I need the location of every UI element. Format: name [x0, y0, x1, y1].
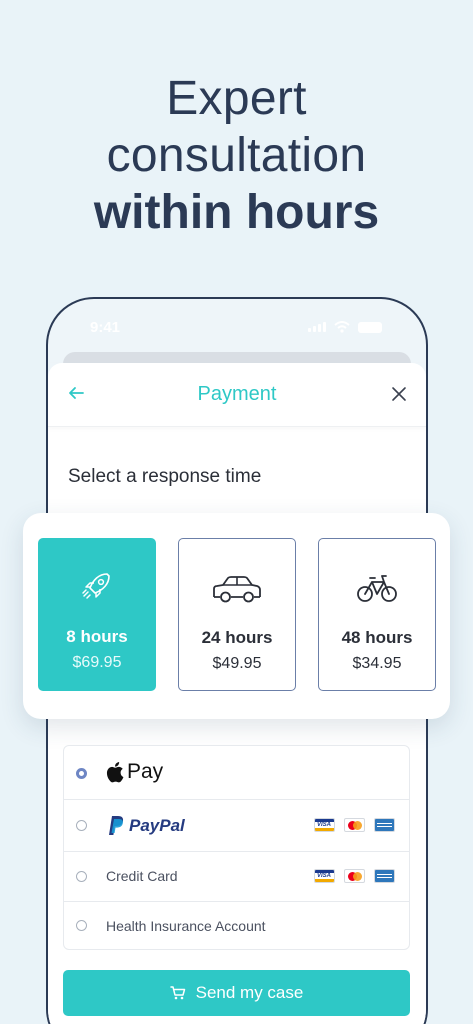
headline: Expert consultation within hours	[0, 70, 473, 241]
option-hours: 48 hours	[341, 628, 413, 647]
wifi-icon	[334, 321, 350, 333]
apple-logo-icon	[106, 762, 124, 783]
send-my-case-button[interactable]: Send my case	[63, 970, 410, 1016]
radio-button[interactable]	[76, 871, 87, 882]
visa-card-icon: VISA	[314, 818, 335, 832]
close-icon[interactable]	[390, 385, 408, 403]
option-hours: 8 hours	[66, 627, 128, 646]
card-logos: VISA	[314, 869, 395, 883]
bicycle-icon	[357, 575, 397, 602]
response-option-48-hours[interactable]: 48 hours $34.95	[318, 538, 436, 691]
option-price: $34.95	[352, 655, 402, 672]
status-bar: 9:41	[48, 299, 426, 359]
amex-card-icon	[374, 818, 395, 832]
headline-line-2: consultation	[106, 129, 367, 182]
status-time: 9:41	[90, 319, 121, 336]
radio-button[interactable]	[76, 768, 87, 779]
mastercard-icon	[344, 818, 365, 832]
option-price: $49.95	[212, 655, 262, 672]
payment-methods-list: Pay PayPal VISA Credit Card VISA Health …	[63, 745, 410, 950]
payment-method-credit-card[interactable]: Credit Card VISA	[64, 852, 409, 902]
option-price: $69.95	[72, 654, 122, 671]
response-time-picker: 8 hours $69.95 24 hours $49.95 48 hours …	[23, 513, 450, 719]
amex-card-icon	[374, 869, 395, 883]
radio-button[interactable]	[76, 920, 87, 931]
status-icons	[308, 321, 382, 333]
payment-method-paypal[interactable]: PayPal VISA	[64, 800, 409, 852]
headline-line-3: within hours	[93, 186, 380, 239]
paypal-label: PayPal	[129, 815, 185, 835]
send-my-case-label: Send my case	[195, 983, 304, 1002]
response-option-24-hours[interactable]: 24 hours $49.95	[178, 538, 296, 691]
car-icon	[213, 576, 261, 603]
page-title: Payment	[197, 383, 277, 405]
credit-card-label: Credit Card	[106, 868, 178, 884]
nav-bar: Payment	[48, 363, 426, 427]
card-logos: VISA	[314, 818, 395, 832]
headline-line-1: Expert	[166, 72, 307, 125]
option-hours: 24 hours	[201, 628, 273, 647]
cart-icon	[169, 986, 185, 1000]
apple-pay-label: Pay	[127, 760, 164, 783]
battery-icon	[358, 321, 382, 333]
payment-method-health-insurance[interactable]: Health Insurance Account	[64, 902, 409, 949]
signal-icon	[308, 322, 326, 332]
response-option-8-hours[interactable]: 8 hours $69.95	[38, 538, 156, 691]
health-insurance-label: Health Insurance Account	[106, 918, 266, 934]
radio-button[interactable]	[76, 820, 87, 831]
mastercard-icon	[344, 869, 365, 883]
rocket-icon	[82, 573, 110, 599]
visa-card-icon: VISA	[314, 869, 335, 883]
payment-method-apple-pay[interactable]: Pay	[64, 746, 409, 800]
response-time-heading: Select a response time	[68, 466, 262, 487]
paypal-logo-icon	[109, 816, 124, 835]
